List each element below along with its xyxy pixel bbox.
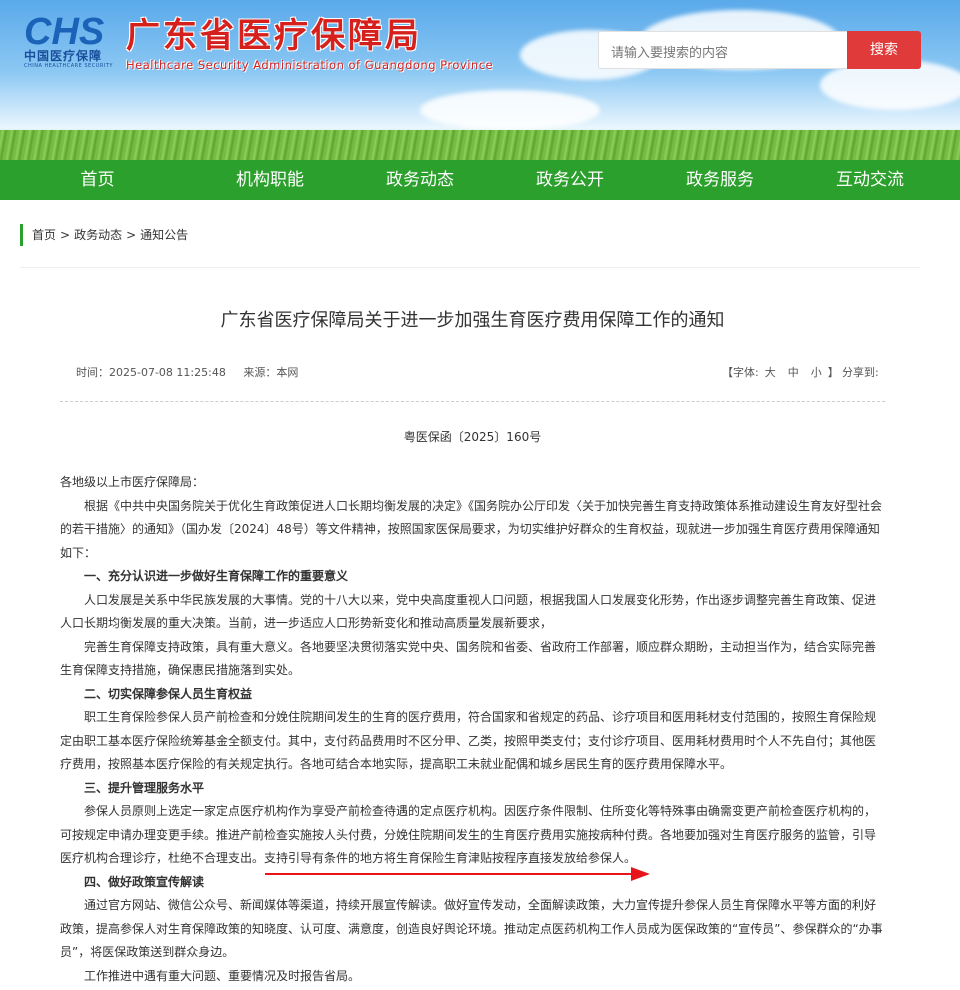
share-label[interactable]: 分享到:	[842, 364, 879, 380]
breadcrumb-separator: >	[60, 228, 71, 242]
paragraph: 通过官方网站、微信公众号、新闻媒体等渠道，持续开展宣传解读。做好宣传发动，全面解…	[60, 898, 883, 959]
nav-item-home[interactable]: 首页	[0, 160, 195, 200]
nav-item-organization[interactable]: 机构职能	[195, 160, 345, 200]
nav-item-interaction[interactable]: 互动交流	[795, 160, 945, 200]
font-size-label-close: 】	[827, 366, 839, 379]
site-subtitle: Healthcare Security Administration of Gu…	[126, 58, 494, 72]
header-banner: CHS 中国医疗保障 CHINA HEALTHCARE SECURITY 广东省…	[0, 0, 960, 160]
font-size-small[interactable]: 小	[811, 366, 822, 379]
document-number: 粤医保函〔2025〕160号	[403, 430, 542, 444]
svg-text:CHS: CHS	[24, 11, 104, 50]
font-size-label: 【字体:	[722, 366, 759, 379]
annotation-arrow-icon	[265, 867, 650, 881]
paragraph: 参保人员原则上选定一家定点医疗机构作为享受产前检查待遇的定点医疗机构。因医疗条件…	[60, 804, 877, 865]
nav-item-news[interactable]: 政务动态	[345, 160, 495, 200]
article-source: 来源：本网	[243, 366, 299, 379]
chs-logo-icon[interactable]: CHS	[24, 10, 116, 50]
font-size-selector: 【字体: 大中小】	[722, 364, 839, 380]
article-time: 时间：2025-07-08 11:25:48	[76, 366, 226, 379]
breadcrumb-notices[interactable]: 通知公告	[140, 228, 188, 242]
font-size-large[interactable]: 大	[765, 366, 776, 379]
paragraph: 工作推进中遇有重大问题、重要情况及时报告省局。	[84, 968, 361, 983]
font-size-medium[interactable]: 中	[788, 366, 799, 379]
search-button[interactable]: 搜索	[847, 31, 921, 69]
divider	[20, 267, 920, 268]
breadcrumb-home[interactable]: 首页	[32, 228, 56, 242]
salutation: 各地级以上市医疗保障局：	[60, 475, 205, 489]
article-body: 各地级以上市医疗保障局： 根据《中共中央国务院关于优化生育政策促进人口长期均衡发…	[60, 471, 885, 988]
nav-item-services[interactable]: 政务服务	[645, 160, 795, 200]
section-heading: 一、充分认识进一步做好生育保障工作的重要意义	[84, 569, 349, 583]
paragraph: 完善生育保障支持政策，具有重大意义。各地要坚决贯彻落实党中央、国务院和省委、省政…	[60, 639, 877, 678]
paragraph: 根据《中共中央国务院关于优化生育政策促进人口长期均衡发展的决定》《国务院办公厅印…	[60, 498, 883, 560]
breadcrumb-news[interactable]: 政务动态	[74, 228, 122, 242]
article-title: 广东省医疗保障局关于进一步加强生育医疗费用保障工作的通知	[220, 310, 725, 331]
section-heading: 二、切实保障参保人员生育权益	[84, 686, 253, 701]
logo-en-text: CHINA HEALTHCARE SECURITY	[24, 63, 113, 69]
paragraph: 职工生育保险参保人员产前检查和分娩住院期间发生的生育的医疗费用，符合国家和省规定…	[60, 710, 877, 771]
search-input[interactable]: 请输入要搜索的内容	[598, 31, 848, 69]
breadcrumb-separator: >	[126, 228, 137, 242]
breadcrumb: 首页 > 政务动态 > 通知公告	[20, 224, 188, 246]
logo-cn-text: 中国医疗保障	[24, 49, 103, 63]
paragraph: 人口发展是关系中华民族发展的大事情。党的十八大以来，党中央高度重视人口问题，根据…	[60, 592, 877, 631]
grass-decoration	[0, 130, 960, 160]
article-meta: 时间：2025-07-08 11:25:48 来源：本网	[76, 364, 312, 380]
main-nav: 首页 机构职能 政务动态 政务公开 政务服务 互动交流	[0, 160, 960, 200]
divider	[60, 401, 885, 402]
site-title[interactable]: 广东省医疗保障局	[126, 8, 422, 57]
section-heading: 三、提升管理服务水平	[84, 780, 205, 795]
nav-item-disclosure[interactable]: 政务公开	[495, 160, 645, 200]
